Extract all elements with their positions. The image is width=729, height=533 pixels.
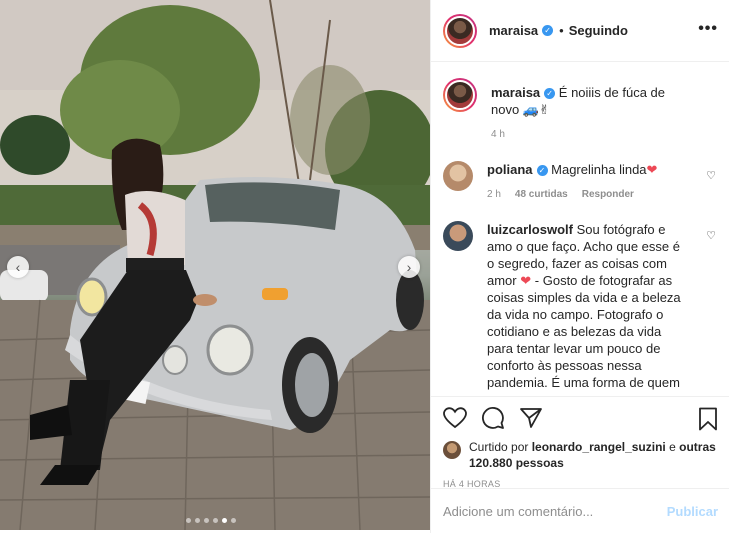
chevron-right-icon: › [406,259,412,275]
caption-emojis: 🚙✌ [522,102,550,117]
save-bookmark-icon[interactable] [698,407,718,436]
post-panel: maraisa ✓ • Seguindo ••• maraisa ✓ É noii… [430,0,729,533]
comment-text: Magrelinha linda [551,162,647,177]
avatar-image [445,15,475,46]
author-avatar[interactable] [443,13,477,48]
caption-username[interactable]: maraisa [491,85,540,100]
separator: • [559,23,564,38]
caption-time[interactable]: 4 h [491,126,505,143]
comment-likes[interactable]: 48 curtidas [515,186,568,203]
post-header: maraisa ✓ • Seguindo ••• [431,0,729,62]
carousel-next-button[interactable]: › [398,256,420,278]
comments-list[interactable]: maraisa ✓ É noiiis de fúca de novo 🚙✌ 4 h… [431,62,729,396]
comment-text-continued: - Gosto de fotografar as coisas simples … [487,273,681,390]
carousel-indicator [186,518,236,523]
comment-time[interactable]: 2 h [487,186,501,203]
carousel-dot [195,518,200,523]
commenter-username[interactable]: luizcarloswolf [487,222,573,237]
commenter-username[interactable]: poliana [487,162,533,177]
chevron-left-icon: ‹ [15,259,21,275]
share-send-icon[interactable] [519,407,543,434]
commenter-avatar[interactable] [443,221,473,251]
comment-item: luizcarloswolf Sou fotógrafo e amo o que… [443,221,718,391]
author-username[interactable]: maraisa [489,23,538,38]
liked-by-prefix: Curtido por [469,440,529,454]
verified-badge-icon: ✓ [536,165,548,177]
following-button[interactable]: Seguindo [569,23,628,38]
carousel-dot [231,518,236,523]
like-comment-heart-icon[interactable]: ♡ [706,229,716,242]
comment-bubble-icon[interactable] [481,406,505,435]
likes-summary: Curtido por leonardo_rangel_suzini e out… [443,439,718,471]
add-comment-bar: Publicar [431,488,729,533]
heart-emoji: ❤ [520,273,532,288]
comment-input[interactable] [443,503,667,519]
verified-badge-icon: ✓ [544,88,556,100]
instagram-post: ‹ › maraisa ✓ • Seguindo ••• maraisa ✓ É… [0,0,729,533]
carousel-dot-active [222,518,227,523]
commenter-avatar[interactable] [443,161,473,191]
like-comment-heart-icon[interactable]: ♡ [706,169,716,182]
post-photo[interactable]: ‹ › [0,0,430,530]
caption: maraisa ✓ É noiiis de fúca de novo 🚙✌ 4 h [443,78,718,143]
liker-avatar[interactable] [443,441,461,459]
carousel-dot [186,518,191,523]
post-actions: Curtido por leonardo_rangel_suzini e out… [431,396,729,489]
photo-illustration [0,0,430,530]
comment-item: poliana ✓ Magrelinha linda❤ 2 h 48 curtid… [443,161,718,203]
avatar-image [445,80,475,110]
liker-username[interactable]: leonardo_rangel_suzini [532,440,666,454]
carousel-dot [204,518,209,523]
reply-button[interactable]: Responder [582,186,634,203]
like-heart-icon[interactable] [443,406,467,434]
carousel-prev-button[interactable]: ‹ [7,256,29,278]
publish-button[interactable]: Publicar [667,504,718,519]
caption-avatar[interactable] [443,78,477,112]
carousel-dot [213,518,218,523]
liked-by-joiner: e [669,440,676,454]
more-options-icon[interactable]: ••• [698,20,718,38]
verified-badge-icon: ✓ [542,25,554,36]
heart-emoji: ❤ [646,162,658,177]
